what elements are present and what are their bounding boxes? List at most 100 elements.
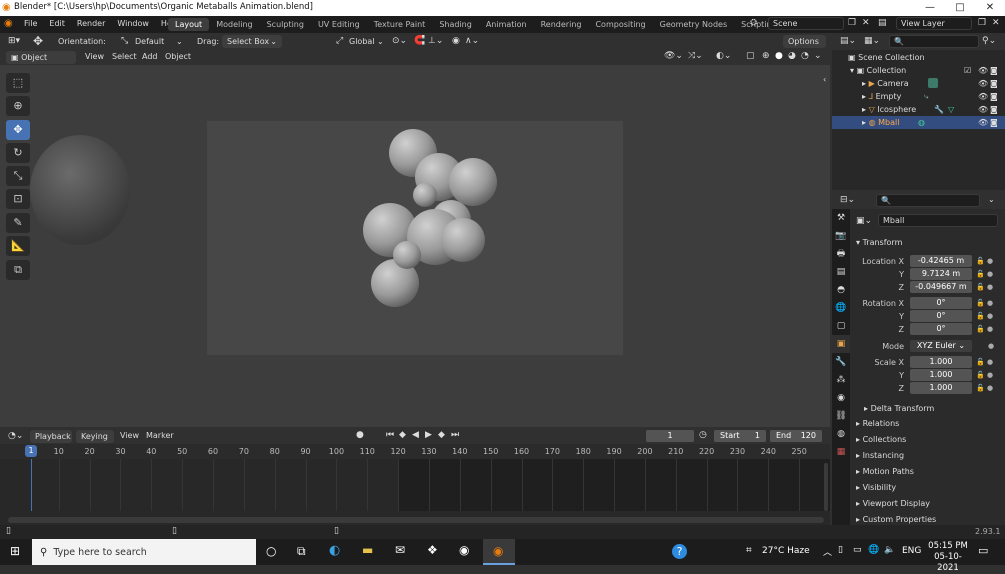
help-icon[interactable]: ? — [672, 544, 687, 559]
location-z-field[interactable]: -0.049667 m — [910, 281, 972, 293]
eye-icon[interactable]: 👁 — [978, 90, 988, 103]
close-button[interactable]: ✕ — [975, 0, 1005, 16]
lock-icon[interactable]: 🔓 ● — [976, 281, 1000, 294]
timeline-area[interactable] — [0, 459, 830, 525]
windows-start-icon[interactable]: ⊞ — [10, 544, 20, 558]
view-layer-tab-icon[interactable]: ▤ — [832, 263, 850, 281]
lock-icon[interactable]: 🔓 ● — [976, 255, 1000, 268]
notification-icon[interactable]: ▭ — [978, 544, 988, 557]
location-y-field[interactable]: 9.7124 m — [910, 268, 972, 280]
tab-compositing[interactable]: Compositing — [588, 18, 652, 31]
rotate-tool-icon[interactable]: ↻ — [6, 143, 30, 163]
object-mode-dropdown[interactable]: ▣ Object Mode — [6, 51, 76, 75]
proportional-edit-icon[interactable]: ◉ — [452, 36, 460, 46]
rotation-z-field[interactable]: 0° — [910, 323, 972, 335]
properties-search-input[interactable]: 🔍 — [876, 194, 980, 207]
material-shading-icon[interactable]: ◕ — [788, 51, 796, 61]
rotation-x-field[interactable]: 0° — [910, 297, 972, 309]
clock[interactable]: 05:15 PM 05-10-2021 — [928, 541, 968, 574]
visibility-panel-header[interactable]: ▸ Visibility — [856, 480, 1001, 495]
eye-icon[interactable]: 👁 — [978, 103, 988, 116]
transform-tool-icon[interactable]: ⊡ — [6, 189, 30, 209]
network-icon[interactable]: ▭ — [853, 545, 862, 555]
eye-icon[interactable]: 👁 — [978, 64, 988, 77]
keying-dropdown[interactable]: Keying — [76, 430, 114, 443]
scene-collection-row[interactable]: ▣ Scene Collection — [832, 51, 1005, 64]
move-tool-button-icon[interactable]: ✥ — [6, 120, 30, 140]
scene-selector[interactable]: Scene — [768, 17, 844, 30]
tab-sculpting[interactable]: Sculpting — [260, 18, 311, 31]
next-keyframe-icon[interactable]: ◆ — [438, 430, 445, 440]
menu-edit[interactable]: Edit — [43, 19, 71, 28]
modifier-tab-icon[interactable]: 🔧 — [832, 353, 850, 371]
view-layer-selector[interactable]: View Layer — [896, 17, 972, 30]
cursor-tool-icon[interactable]: ⊕ — [6, 96, 30, 116]
orientation-dropdown[interactable]: Default — [135, 37, 164, 46]
editor-type-icon[interactable]: ⊞▾ — [8, 36, 20, 46]
visibility-icon[interactable]: 👁⌄ — [664, 51, 683, 61]
drag-dropdown[interactable]: Select Box ⌄ — [222, 35, 282, 48]
add-cube-tool-icon[interactable]: ⧉ — [6, 260, 30, 280]
options-dropdown[interactable]: Options ⌄ — [783, 35, 826, 59]
lock-icon[interactable]: 🔓 ● — [976, 356, 1000, 369]
world-tab-icon[interactable]: 🌐 — [832, 299, 850, 317]
outliner-search-input[interactable]: 🔍 — [889, 35, 979, 48]
mail-icon[interactable]: ✉ — [395, 543, 405, 557]
view-layer-icon[interactable]: ▤ — [878, 18, 887, 28]
select-box-tool-icon[interactable]: ⬚ — [6, 73, 30, 93]
overlay-icon[interactable]: ◐⌄ — [716, 51, 731, 61]
camera-render-icon[interactable]: ◙ — [990, 116, 998, 129]
end-frame-field[interactable]: End 120 — [770, 430, 822, 442]
particles-tab-icon[interactable]: ⁂ — [832, 371, 850, 389]
sidebar-toggle-icon[interactable]: ‹ — [823, 75, 826, 84]
language-indicator[interactable]: ENG — [902, 546, 921, 556]
object-tab-icon[interactable]: ▣ — [832, 335, 850, 353]
expand-arrow-icon[interactable]: ▸ — [862, 79, 866, 88]
current-frame-field[interactable]: 1 — [646, 430, 694, 442]
tab-animation[interactable]: Animation — [479, 18, 534, 31]
scale-tool-icon[interactable]: ⤡ — [6, 166, 30, 186]
timeline-editor-icon[interactable]: ◔⌄ — [8, 431, 23, 441]
play-reverse-icon[interactable]: ◀ — [412, 430, 419, 440]
pivot-point-icon[interactable]: ⊙⌄ — [392, 36, 407, 46]
scale-x-field[interactable]: 1.000 — [910, 356, 972, 368]
expand-arrow-icon[interactable]: ▾ — [850, 66, 854, 75]
gizmo-icon[interactable]: ⤨⌄ — [688, 51, 703, 61]
tab-shading[interactable]: Shading — [432, 18, 479, 31]
tab-layout[interactable]: Layout — [168, 18, 210, 31]
camera-render-icon[interactable]: ◙ — [990, 64, 998, 77]
timeline-menu-view[interactable]: View — [120, 431, 139, 440]
taskbar-search-input[interactable]: ⚲ Type here to search — [32, 539, 256, 565]
rotation-y-field[interactable]: 0° — [910, 310, 972, 322]
properties-editor-icon[interactable]: ⊟⌄ — [840, 195, 855, 205]
chevron-up-icon[interactable]: ︿ — [823, 545, 832, 558]
scene-tab-icon[interactable]: ◓ — [832, 281, 850, 299]
jump-end-icon[interactable]: ⏭ — [451, 430, 459, 440]
collection-row[interactable]: ▾ ▣ Collection ☑ 👁 ◙ — [832, 64, 1005, 77]
blender-menu-icon[interactable]: ◉ — [4, 18, 13, 29]
viewport-menu-add[interactable]: Add — [142, 52, 158, 61]
delta-transform-subpanel[interactable]: ▸ Delta Transform — [864, 401, 999, 416]
collection-tab-icon[interactable]: ▢ — [832, 317, 850, 335]
tab-rendering[interactable]: Rendering — [534, 18, 589, 31]
filter-icon[interactable]: ⚲⌄ — [982, 36, 996, 46]
camera-render-icon[interactable]: ◙ — [990, 103, 998, 116]
expand-arrow-icon[interactable]: ▸ — [862, 105, 866, 114]
scene-icon[interactable]: ⛭ — [750, 18, 757, 28]
snap-icon[interactable]: 🧲 — [414, 36, 425, 46]
annotate-tool-icon[interactable]: ✎ — [6, 213, 30, 233]
viewport-menu-select[interactable]: Select — [112, 52, 137, 61]
playback-dropdown[interactable]: Playback — [30, 430, 72, 443]
minimize-button[interactable]: — — [915, 0, 945, 16]
motion-paths-panel-header[interactable]: ▸ Motion Paths — [856, 464, 1001, 479]
scale-z-field[interactable]: 1.000 — [910, 382, 972, 394]
github-icon[interactable]: ◉ — [459, 543, 469, 557]
collections-panel-header[interactable]: ▸ Collections — [856, 432, 1001, 447]
transform-panel-header[interactable]: ▾ Transform — [856, 235, 1001, 250]
timeline-menu-marker[interactable]: Marker — [146, 431, 174, 440]
lock-icon[interactable]: 🔓 ● — [976, 310, 1000, 323]
outliner-editor-icon[interactable]: ▤⌄ — [840, 36, 856, 46]
menu-file[interactable]: File — [18, 19, 43, 28]
eye-icon[interactable]: 👁 — [978, 77, 988, 90]
data-tab-icon[interactable]: ◍ — [832, 425, 850, 443]
